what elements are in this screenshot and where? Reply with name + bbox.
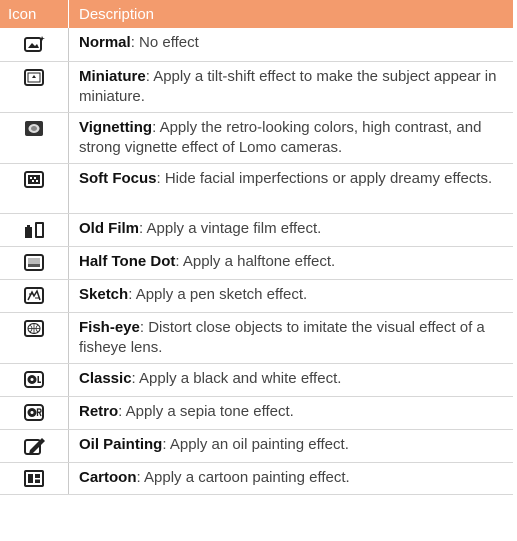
effect-description: : Apply a sepia tone effect. <box>118 402 294 420</box>
effect-description: : Apply a cartoon painting effect. <box>136 468 350 486</box>
effect-description: : Apply an oil painting effect. <box>162 435 349 453</box>
effect-name: Sketch <box>79 285 129 303</box>
effect-name: Fish-eye <box>79 318 140 336</box>
effect-description: : No effect <box>130 34 199 51</box>
table-row: Sketch: Apply a pen sketch effect. <box>0 279 513 313</box>
effect-name: Normal <box>79 34 131 51</box>
effect-description: : Distort close objects to imitate the v… <box>79 318 485 356</box>
effect-name: Classic <box>79 369 132 387</box>
table-row: Classic: Apply a black and white effect. <box>0 363 513 397</box>
soft-focus-effect-icon <box>24 170 44 188</box>
miniature-effect-icon <box>24 68 44 86</box>
table-row: Old Film: Apply a vintage film effect. <box>0 213 513 247</box>
table-row: Oil Painting: Apply an oil painting effe… <box>0 429 513 463</box>
sketch-effect-icon <box>24 286 44 304</box>
table-row: Vignetting: Apply the retro-looking colo… <box>0 112 513 164</box>
retro-effect-icon <box>24 403 44 421</box>
table-row: Retro: Apply a sepia tone effect. <box>0 396 513 430</box>
table-row: Miniature: Apply a tilt-shift effect to … <box>0 61 513 113</box>
half-tone-dot-effect-icon <box>24 253 44 271</box>
effect-name: Retro <box>79 402 119 420</box>
effect-description: : Hide facial imperfections or apply dre… <box>156 169 493 187</box>
effect-description: : Apply a vintage film effect. <box>139 219 322 237</box>
effect-name: Soft Focus <box>79 169 157 187</box>
effect-name: Vignetting <box>79 118 153 136</box>
effect-description: : Apply a pen sketch effect. <box>128 285 308 303</box>
effect-name: Cartoon <box>79 468 137 486</box>
old-film-effect-icon <box>24 221 44 238</box>
effects-table: Icon Description Normal: No effect Minia… <box>0 0 513 495</box>
effect-name: Half Tone Dot <box>79 252 176 270</box>
effect-name: Old Film <box>79 219 139 237</box>
table-row: Soft Focus: Hide facial imperfections or… <box>0 163 513 214</box>
effect-description: : Apply a halftone effect. <box>175 252 336 270</box>
table-row: Fish-eye: Distort close objects to imita… <box>0 312 513 364</box>
description-column-header: Description <box>68 0 513 28</box>
effects-table-container: Icon Description Normal: No effect Minia… <box>0 0 513 541</box>
table-row: Cartoon: Apply a cartoon painting effect… <box>0 462 513 495</box>
oil-painting-effect-icon <box>24 437 45 455</box>
effect-name: Miniature <box>79 67 146 85</box>
effect-description: : Apply a black and white effect. <box>131 369 342 387</box>
effect-name: Oil Painting <box>79 435 163 453</box>
table-header-row: Icon Description <box>0 0 513 28</box>
table-row: Half Tone Dot: Apply a halftone effect. <box>0 246 513 280</box>
normal-effect-icon <box>24 35 45 52</box>
vignetting-effect-icon <box>24 120 44 137</box>
icon-column-header: Icon <box>0 0 69 28</box>
classic-effect-icon <box>24 370 44 388</box>
table-row: Normal: No effect <box>0 28 513 62</box>
fish-eye-effect-icon <box>24 319 44 337</box>
cartoon-effect-icon <box>24 469 44 487</box>
